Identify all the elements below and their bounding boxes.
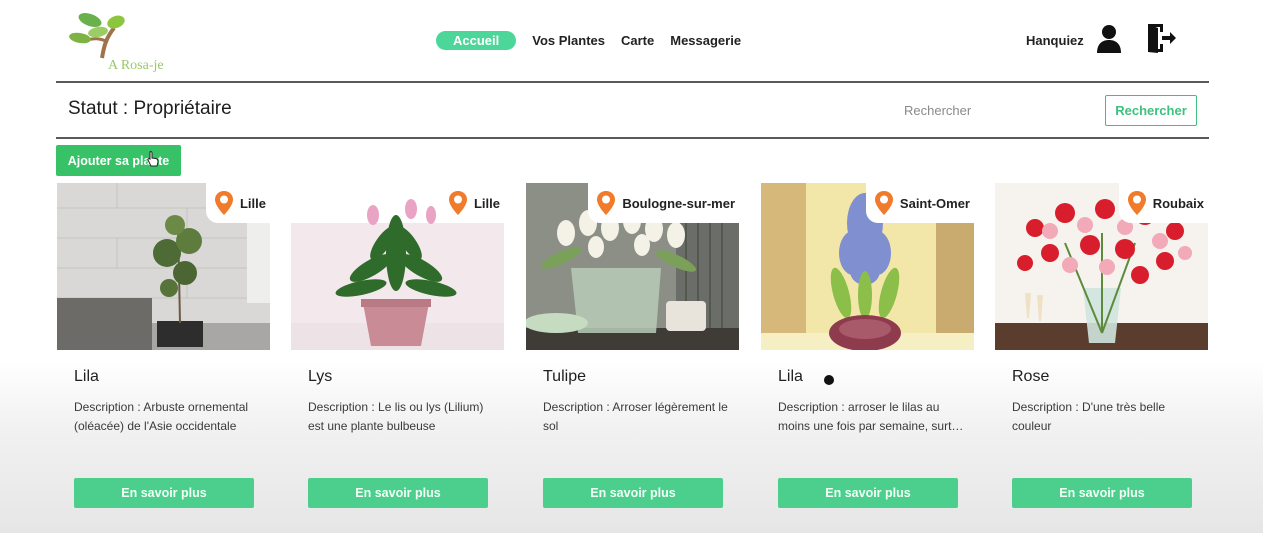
tree-logo-icon <box>69 13 125 59</box>
plant-description: Description : Arbuste ornemental (oléacé… <box>74 400 249 433</box>
search-button[interactable]: Rechercher <box>1105 95 1197 126</box>
plant-name: Lila <box>778 368 803 385</box>
location-text: Lille <box>239 195 266 211</box>
plant-description: Description : Le lis ou lys (Lilium) est… <box>308 400 484 433</box>
map-pin-icon <box>597 191 616 215</box>
plant-card[interactable]: Saint-Omer Lila Description : arroser le… <box>761 183 974 513</box>
plant-card[interactable]: Boulogne-sur-mer Tulipe Description : Ar… <box>526 183 739 513</box>
pointer-dot <box>824 375 834 385</box>
location-badge: Boulogne-sur-mer <box>588 183 739 223</box>
location-text: Saint-Omer <box>899 195 970 211</box>
plant-name: Lila <box>74 368 99 385</box>
main-nav: Accueil Vos Plantes Carte Messagerie <box>436 30 741 50</box>
plant-card[interactable]: Lille Lys Description : Le lis ou lys (L… <box>291 183 504 513</box>
plant-name: Rose <box>1012 368 1050 385</box>
plant-name: Lys <box>308 368 333 385</box>
learn-more-button[interactable]: En savoir plus <box>778 478 958 508</box>
nav-vos-plantes[interactable]: Vos Plantes <box>532 31 605 50</box>
add-plant-button[interactable]: Ajouter sa plante <box>56 145 181 176</box>
status-label: Statut : Propriétaire <box>68 98 232 119</box>
plant-description: Description : Arroser légèrement le sol <box>543 400 728 433</box>
learn-more-button[interactable]: En savoir plus <box>308 478 488 508</box>
logout-icon[interactable] <box>1145 22 1177 54</box>
user-name: Hanquiez <box>1026 33 1084 48</box>
brand-name: A Rosa-je <box>108 58 164 73</box>
location-badge: Lille <box>439 183 504 223</box>
map-pin-icon <box>214 191 233 215</box>
user-icon[interactable] <box>1096 24 1122 54</box>
plant-card[interactable]: Roubaix Rose Description : D'une très be… <box>995 183 1208 513</box>
learn-more-button[interactable]: En savoir plus <box>543 478 723 508</box>
location-badge: Lille <box>205 183 270 223</box>
location-text: Lille <box>473 195 500 211</box>
hand-cursor-icon <box>147 151 159 167</box>
brand-logo[interactable]: A Rosa-je <box>68 8 188 73</box>
map-pin-icon <box>874 191 893 215</box>
plant-card[interactable]: Lille Lila Description : Arbuste ornemen… <box>57 183 270 513</box>
map-pin-icon <box>1127 191 1146 215</box>
plant-description: Description : D'une très belle couleur <box>1012 400 1166 433</box>
learn-more-button[interactable]: En savoir plus <box>1012 478 1192 508</box>
header-divider <box>56 81 1209 83</box>
plant-card-list: Lille Lila Description : Arbuste ornemen… <box>0 183 1263 523</box>
plant-name: Tulipe <box>543 368 586 385</box>
status-divider <box>56 137 1209 139</box>
search-input[interactable] <box>904 98 1084 122</box>
plant-description: Description : arroser le lilas au moins … <box>778 400 969 433</box>
location-text: Boulogne-sur-mer <box>622 195 735 211</box>
nav-accueil[interactable]: Accueil <box>436 30 517 50</box>
nav-carte[interactable]: Carte <box>621 31 654 50</box>
top-navigation: A Rosa-je Accueil Vos Plantes Carte Mess… <box>56 0 1209 82</box>
location-badge: Roubaix <box>1118 183 1208 223</box>
location-text: Roubaix <box>1152 195 1204 211</box>
learn-more-button[interactable]: En savoir plus <box>74 478 254 508</box>
location-badge: Saint-Omer <box>865 183 974 223</box>
nav-messagerie[interactable]: Messagerie <box>670 31 741 50</box>
map-pin-icon <box>448 191 467 215</box>
